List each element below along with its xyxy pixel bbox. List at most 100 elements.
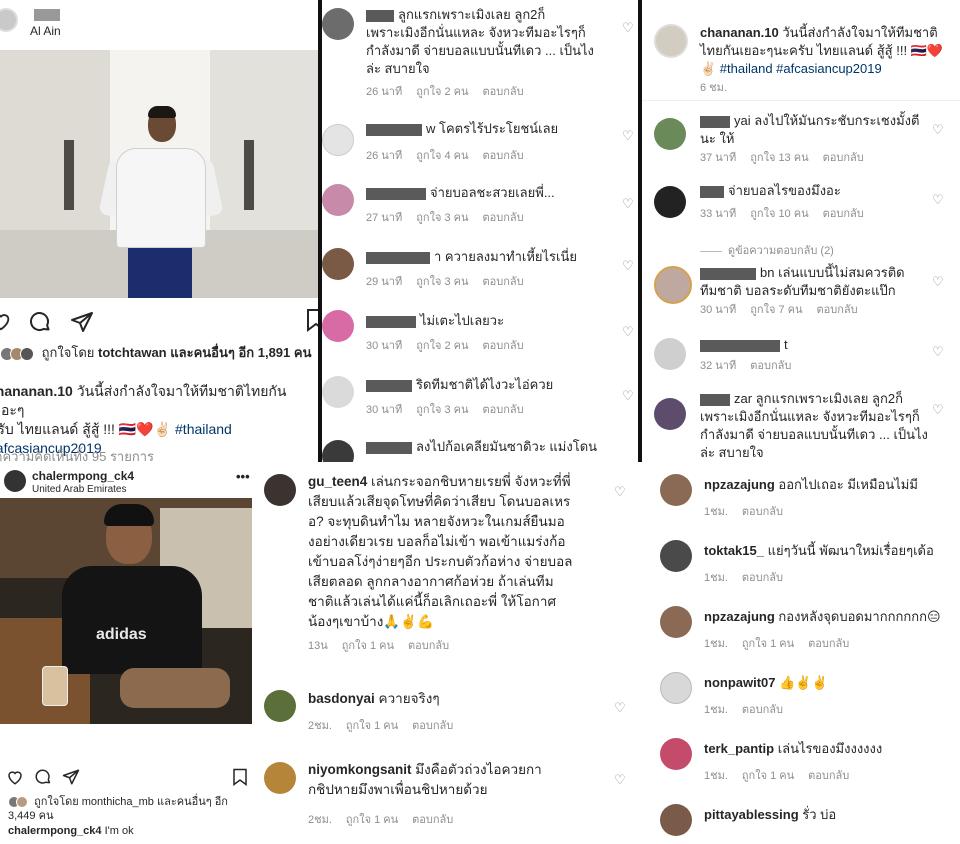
share-icon[interactable]	[70, 310, 94, 338]
comment-heart-icon[interactable]: ♡	[614, 772, 626, 788]
reply-button[interactable]: ตอบกลับ	[412, 720, 453, 732]
comment-username[interactable]: terk_pantip	[704, 741, 774, 756]
comment-heart-icon[interactable]: ♡	[932, 402, 944, 418]
post-location[interactable]: United Arab Emirates	[32, 484, 127, 495]
comment-heart-icon[interactable]: ♡	[622, 20, 634, 36]
comment-username[interactable]: nonpawit07	[704, 675, 776, 690]
view-replies-link[interactable]: ดูข้อความตอบกลับ (2)	[700, 241, 834, 259]
post-location[interactable]: Al Ain	[30, 24, 61, 38]
comment-likes[interactable]: ถูกใจ 10 คน	[750, 208, 808, 220]
comment-likes[interactable]: ถูกใจ 13 คน	[750, 152, 808, 164]
avatar[interactable]	[654, 24, 688, 58]
reply-button[interactable]: ตอบกลับ	[412, 814, 453, 826]
caption-hashtag-thailand[interactable]: #thailand	[175, 421, 232, 437]
caption-username[interactable]: chananan.10	[700, 25, 779, 40]
heart-icon[interactable]	[6, 768, 24, 790]
avatar[interactable]	[322, 376, 354, 408]
comment-username[interactable]: basdonyai	[308, 691, 375, 706]
avatar[interactable]	[660, 672, 692, 704]
comment-heart-icon[interactable]: ♡	[622, 324, 634, 340]
comment-likes[interactable]: ถูกใจ 1 คน	[346, 720, 398, 732]
reply-button[interactable]: ตอบกลับ	[817, 304, 858, 316]
avatar[interactable]	[322, 124, 354, 156]
comment-heart-icon[interactable]: ♡	[932, 192, 944, 208]
avatar[interactable]	[654, 266, 692, 304]
comment-heart-icon[interactable]: ♡	[932, 122, 944, 138]
avatar[interactable]	[660, 474, 692, 506]
avatar[interactable]	[0, 8, 18, 32]
reply-button[interactable]: ตอบกลับ	[483, 404, 524, 416]
bookmark-icon[interactable]	[306, 308, 318, 336]
comment-likes[interactable]: ถูกใจ 3 คน	[416, 276, 468, 288]
avatar[interactable]	[322, 310, 354, 342]
comment-heart-icon[interactable]: ♡	[614, 700, 626, 716]
reply-button[interactable]: ตอบกลับ	[750, 360, 791, 372]
reply-button[interactable]: ตอบกลับ	[742, 506, 783, 518]
bookmark-icon[interactable]	[232, 768, 248, 790]
post-username[interactable]	[30, 6, 60, 21]
avatar[interactable]	[264, 690, 296, 722]
more-icon[interactable]: •••	[236, 469, 250, 484]
reply-button[interactable]: ตอบกลับ	[483, 340, 524, 352]
avatar[interactable]	[654, 118, 686, 150]
comment-heart-icon[interactable]: ♡	[622, 258, 634, 274]
reply-button[interactable]: ตอบกลับ	[483, 212, 524, 224]
comment-likes[interactable]: ถูกใจ 1 คน	[342, 640, 394, 652]
likes-line[interactable]: ถูกใจโดย monthicha_mb และคนอื่นๆ อีก 3,4…	[8, 795, 252, 823]
post-photo[interactable]: adidas	[0, 498, 252, 724]
reply-button[interactable]: ตอบกลับ	[408, 640, 449, 652]
comment-likes[interactable]: ถูกใจ 3 คน	[416, 404, 468, 416]
avatar[interactable]	[322, 184, 354, 216]
avatar[interactable]	[264, 762, 296, 794]
reply-button[interactable]: ตอบกลับ	[483, 150, 524, 162]
avatar[interactable]	[660, 540, 692, 572]
avatar[interactable]	[654, 398, 686, 430]
likes-user[interactable]: totchtawan	[98, 345, 167, 360]
comment-likes[interactable]: ถูกใจ 1 คน	[742, 638, 794, 650]
avatar[interactable]	[654, 186, 686, 218]
comment-heart-icon[interactable]: ♡	[622, 196, 634, 212]
share-icon[interactable]	[62, 768, 80, 790]
avatar[interactable]	[4, 470, 26, 492]
comment-username[interactable]: npzazajung	[704, 609, 775, 624]
avatar[interactable]	[264, 474, 296, 506]
reply-button[interactable]: ตอบกลับ	[808, 638, 849, 650]
comment-icon[interactable]	[34, 768, 52, 790]
avatar[interactable]	[660, 606, 692, 638]
caption-username[interactable]: chananan.10	[0, 383, 73, 399]
comment-likes[interactable]: ถูกใจ 2 คน	[416, 340, 468, 352]
comment-heart-icon[interactable]: ♡	[622, 128, 634, 144]
comment-username[interactable]: npzazajung	[704, 477, 775, 492]
avatar[interactable]	[322, 8, 354, 40]
heart-icon[interactable]	[0, 310, 12, 336]
reply-button[interactable]: ตอบกลับ	[823, 208, 864, 220]
comment-likes[interactable]: ถูกใจ 7 คน	[750, 304, 802, 316]
comment-heart-icon[interactable]: ♡	[622, 388, 634, 404]
likes-line[interactable]: ถูกใจโดย totchtawan และคนอื่นๆ อีก 1,891…	[0, 344, 318, 362]
likes-user[interactable]: monthicha_mb	[82, 796, 154, 808]
caption-username[interactable]: chalermpong_ck4	[8, 825, 102, 837]
comment-username[interactable]: toktak15_	[704, 543, 764, 558]
comment-heart-icon[interactable]: ♡	[932, 344, 944, 360]
reply-button[interactable]: ตอบกลับ	[483, 276, 524, 288]
avatar[interactable]	[660, 804, 692, 836]
comment-username[interactable]: niyomkongsanit	[308, 762, 412, 777]
post-photo[interactable]	[0, 50, 318, 298]
comment-username[interactable]: gu_teen4	[308, 474, 367, 489]
comment-icon[interactable]	[28, 310, 52, 338]
comment-likes[interactable]: ถูกใจ 1 คน	[742, 770, 794, 782]
avatar[interactable]	[660, 738, 692, 770]
comment-heart-icon[interactable]: ♡	[932, 274, 944, 290]
avatar[interactable]	[654, 338, 686, 370]
post-username[interactable]: chalermpong_ck4	[32, 469, 134, 483]
comment-likes[interactable]: ถูกใจ 4 คน	[416, 150, 468, 162]
reply-button[interactable]: ตอบกลับ	[483, 86, 524, 98]
avatar[interactable]	[322, 440, 354, 462]
reply-button[interactable]: ตอบกลับ	[823, 152, 864, 164]
reply-button[interactable]: ตอบกลับ	[742, 704, 783, 716]
comment-heart-icon[interactable]: ♡	[614, 484, 626, 500]
comment-likes[interactable]: ถูกใจ 2 คน	[416, 86, 468, 98]
reply-button[interactable]: ตอบกลับ	[808, 770, 849, 782]
comment-username[interactable]: pittayablessing	[704, 807, 799, 822]
avatar[interactable]	[322, 248, 354, 280]
